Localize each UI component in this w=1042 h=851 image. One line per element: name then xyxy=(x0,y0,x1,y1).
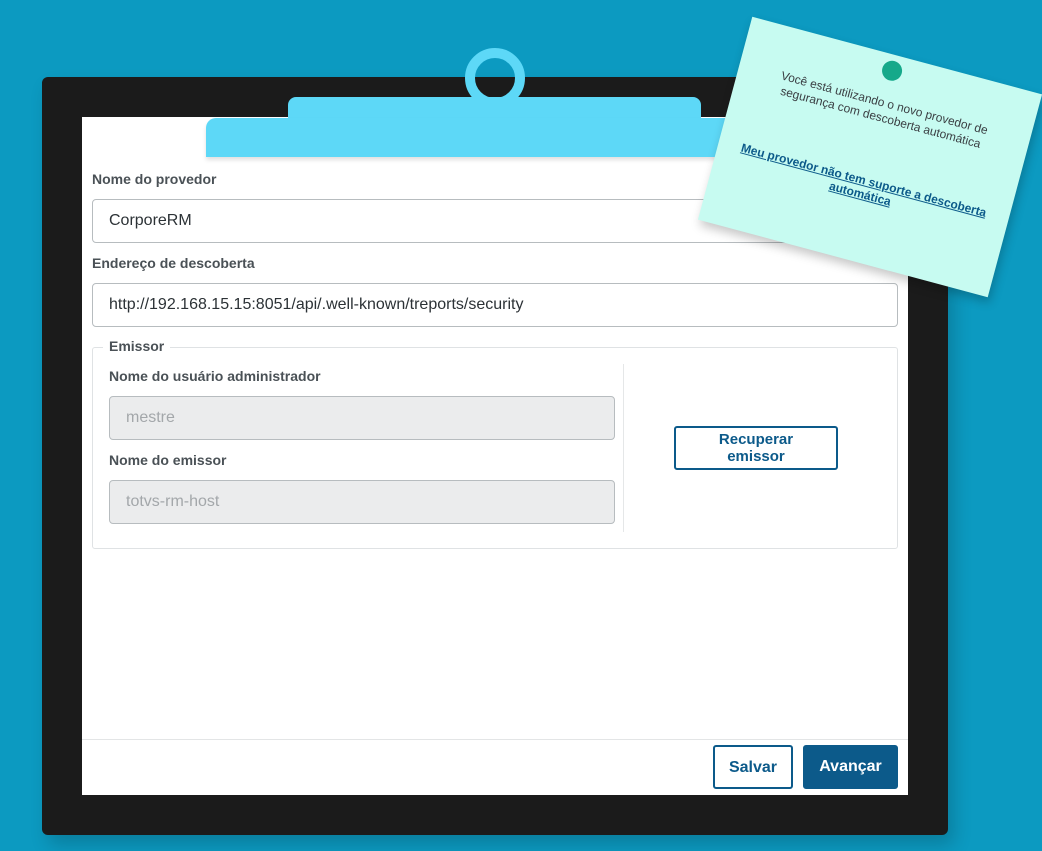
next-button[interactable]: Avançar xyxy=(803,745,898,789)
provider-name-label: Nome do provedor xyxy=(92,171,217,187)
pin-icon xyxy=(879,58,905,84)
save-button[interactable]: Salvar xyxy=(713,745,793,789)
retrieve-issuer-button[interactable]: Recuperar emissor xyxy=(674,426,838,470)
footer-divider xyxy=(82,739,908,740)
issuer-name-label: Nome do emissor xyxy=(109,452,227,468)
clipboard-clip-bottom xyxy=(206,118,786,157)
stage: Nome do provedor CorporeRM Endereço de d… xyxy=(0,0,1042,851)
sticky-note-message: Você está utilizando o novo provedor de … xyxy=(778,68,990,151)
discovery-address-label: Endereço de descoberta xyxy=(92,255,255,271)
issuer-legend: Emissor xyxy=(103,338,171,354)
discovery-address-input[interactable]: http://192.168.15.15:8051/api/.well-know… xyxy=(92,283,898,327)
issuer-name-input[interactable]: totvs-rm-host xyxy=(109,480,615,524)
admin-user-input[interactable]: mestre xyxy=(109,396,615,440)
admin-user-label: Nome do usuário administrador xyxy=(109,368,321,384)
unsupported-discovery-link[interactable]: Meu provedor não tem suporte a descobert… xyxy=(735,140,990,233)
issuer-divider xyxy=(623,364,624,532)
